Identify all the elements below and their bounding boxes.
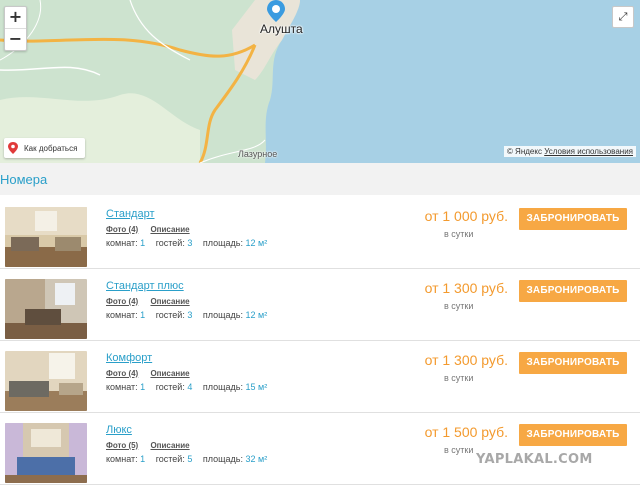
book-button[interactable]: ЗАБРОНИРОВАТЬ xyxy=(519,424,627,446)
guests-value: 4 xyxy=(187,382,193,392)
route-button[interactable]: Как добраться xyxy=(4,138,86,158)
photos-link[interactable]: Фото (4) xyxy=(106,369,138,378)
area-label: площадь: xyxy=(202,238,243,248)
photos-link[interactable]: Фото (4) xyxy=(106,297,138,306)
guests-label: гостей: xyxy=(155,238,185,248)
rooms-list: Стандарт Фото (4) Описание комнат: 1 гос… xyxy=(0,197,640,485)
area-label: площадь: xyxy=(202,454,243,464)
room-price: от 1 000 руб. xyxy=(424,208,508,224)
area-label: площадь: xyxy=(202,310,243,320)
rooms-section-header: Номера xyxy=(0,163,640,195)
city-label: Алушта xyxy=(260,22,303,36)
rooms-label: комнат: xyxy=(106,238,138,248)
room-photo[interactable] xyxy=(5,207,87,267)
room-item: Комфорт Фото (4) Описание комнат: 1 гост… xyxy=(0,341,640,413)
room-stats: комнат: 1 гостей: 3 площадь: 12 м² xyxy=(106,310,267,320)
per-day-label: в сутки xyxy=(444,373,474,383)
watermark: YAPLAKAL.COM xyxy=(476,452,593,467)
room-photo[interactable] xyxy=(5,279,87,339)
photos-link[interactable]: Фото (5) xyxy=(106,441,138,450)
room-name-link[interactable]: Стандарт плюс xyxy=(106,280,184,292)
room-name-link[interactable]: Люкс xyxy=(106,424,132,436)
guests-label: гостей: xyxy=(155,310,185,320)
photos-link[interactable]: Фото (4) xyxy=(106,225,138,234)
area-value: 32 м² xyxy=(245,454,268,464)
rooms-value: 1 xyxy=(140,382,146,392)
room-price: от 1 500 руб. xyxy=(424,424,508,440)
location-pin-icon xyxy=(8,142,18,154)
zoom-out-button[interactable]: − xyxy=(5,28,26,50)
room-price: от 1 300 руб. xyxy=(424,352,508,368)
zoom-control: + − xyxy=(4,6,27,51)
book-button[interactable]: ЗАБРОНИРОВАТЬ xyxy=(519,280,627,302)
area-value: 15 м² xyxy=(245,382,268,392)
section-title: Номера xyxy=(0,172,48,187)
rooms-value: 1 xyxy=(140,310,146,320)
room-stats: комнат: 1 гостей: 3 площадь: 12 м² xyxy=(106,238,267,248)
map-pin-icon[interactable] xyxy=(264,0,288,22)
room-links: Фото (4) Описание xyxy=(106,297,200,306)
room-links: Фото (4) Описание xyxy=(106,225,200,234)
guests-label: гостей: xyxy=(155,382,185,392)
area-value: 12 м² xyxy=(245,310,268,320)
rooms-value: 1 xyxy=(140,238,146,248)
room-name-link[interactable]: Стандарт xyxy=(106,208,155,220)
guests-value: 3 xyxy=(187,310,193,320)
per-day-label: в сутки xyxy=(444,301,474,311)
description-link[interactable]: Описание xyxy=(150,225,189,234)
area-label: площадь: xyxy=(202,382,243,392)
per-day-label: в сутки xyxy=(444,445,474,455)
room-name-link[interactable]: Комфорт xyxy=(106,352,152,364)
rooms-value: 1 xyxy=(140,454,146,464)
map-copyright: © Яндекс Условия использования xyxy=(503,146,636,157)
fullscreen-button[interactable]: ⤢ xyxy=(612,6,634,28)
rooms-label: комнат: xyxy=(106,454,138,464)
guests-value: 3 xyxy=(187,238,193,248)
book-button[interactable]: ЗАБРОНИРОВАТЬ xyxy=(519,208,627,230)
description-link[interactable]: Описание xyxy=(150,297,189,306)
map-terrain xyxy=(0,0,640,163)
per-day-label: в сутки xyxy=(444,229,474,239)
description-link[interactable]: Описание xyxy=(150,441,189,450)
map[interactable]: + − Алушта Лазурное ⤢ Как добраться © Ян… xyxy=(0,0,640,163)
room-photo[interactable] xyxy=(5,351,87,411)
room-item: Стандарт плюс Фото (4) Описание комнат: … xyxy=(0,269,640,341)
room-price: от 1 300 руб. xyxy=(424,280,508,296)
area-value: 12 м² xyxy=(245,238,268,248)
room-photo[interactable] xyxy=(5,423,87,483)
zoom-in-button[interactable]: + xyxy=(5,7,26,28)
rooms-label: комнат: xyxy=(106,382,138,392)
room-links: Фото (5) Описание xyxy=(106,441,200,450)
description-link[interactable]: Описание xyxy=(150,369,189,378)
guests-value: 5 xyxy=(187,454,193,464)
copyright-text: © Яндекс xyxy=(506,147,542,156)
guests-label: гостей: xyxy=(155,454,185,464)
room-item: Стандарт Фото (4) Описание комнат: 1 гос… xyxy=(0,197,640,269)
room-stats: комнат: 1 гостей: 5 площадь: 32 м² xyxy=(106,454,267,464)
rooms-label: комнат: xyxy=(106,310,138,320)
route-label: Как добраться xyxy=(24,143,78,153)
book-button[interactable]: ЗАБРОНИРОВАТЬ xyxy=(519,352,627,374)
town-label: Лазурное xyxy=(238,149,278,159)
room-stats: комнат: 1 гостей: 4 площадь: 15 м² xyxy=(106,382,267,392)
terms-link[interactable]: Условия использования xyxy=(544,147,633,156)
room-links: Фото (4) Описание xyxy=(106,369,200,378)
room-item: Люкс Фото (5) Описание комнат: 1 гостей:… xyxy=(0,413,640,485)
